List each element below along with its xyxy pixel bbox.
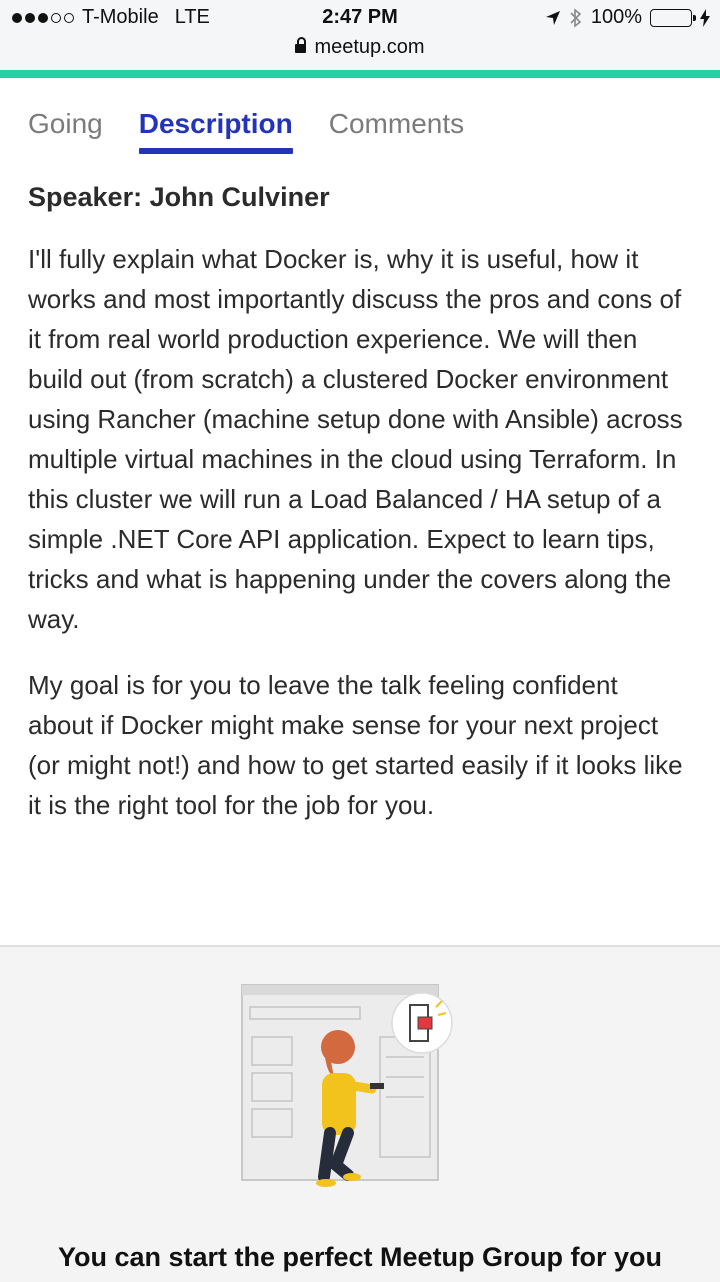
status-bar: T-Mobile LTE 2:47 PM 100% meetup.com bbox=[0, 0, 720, 70]
tab-description[interactable]: Description bbox=[138, 108, 293, 154]
battery-icon bbox=[650, 8, 696, 27]
lock-icon bbox=[295, 37, 307, 53]
person-at-door-illustration bbox=[241, 984, 453, 1187]
start-group-promo: You can start the perfect Meetup Group f… bbox=[0, 945, 720, 1282]
address-bar[interactable]: meetup.com bbox=[0, 36, 720, 59]
header-accent-bar bbox=[0, 70, 720, 78]
charging-bolt-icon bbox=[700, 8, 710, 27]
url-text: meetup.com bbox=[314, 36, 425, 58]
location-arrow-icon bbox=[545, 10, 560, 25]
battery-percent: 100% bbox=[590, 6, 642, 28]
description-paragraph: I'll fully explain what Docker is, why i… bbox=[28, 244, 683, 634]
bluetooth-icon bbox=[570, 7, 582, 28]
promo-heading: You can start the perfect Meetup Group f… bbox=[57, 1242, 663, 1272]
description-content: Speaker: John Culviner I'll fully explai… bbox=[28, 182, 688, 851]
speaker-heading: Speaker: John Culviner bbox=[28, 182, 330, 212]
tab-going[interactable]: Going bbox=[28, 108, 103, 150]
event-tabs: Going Description Comments bbox=[28, 108, 464, 154]
description-paragraph: My goal is for you to leave the talk fee… bbox=[28, 670, 683, 820]
tab-comments[interactable]: Comments bbox=[329, 108, 464, 150]
